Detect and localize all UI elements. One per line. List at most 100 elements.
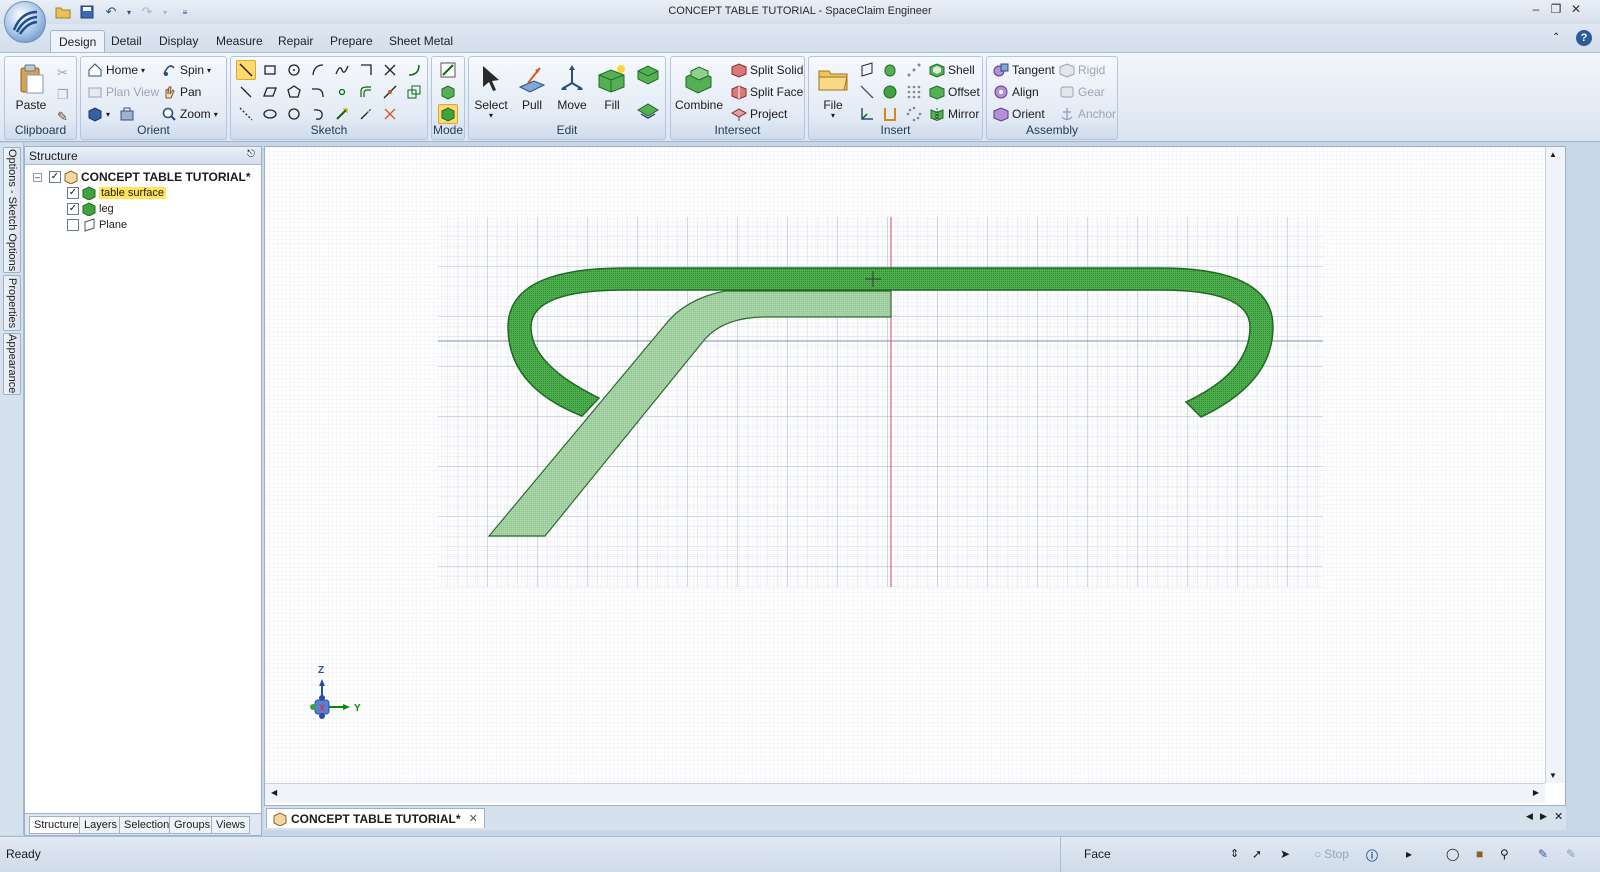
fillet-tool[interactable]: [380, 104, 400, 124]
view-cube-dropdown-icon[interactable]: ▾: [106, 110, 110, 119]
tab-design[interactable]: Design: [50, 30, 106, 52]
pan-button[interactable]: Pan: [161, 82, 201, 102]
vertical-scrollbar[interactable]: ▲ ▼: [1545, 147, 1565, 783]
tangent-button[interactable]: Tangent: [993, 60, 1055, 80]
tab-sheet-metal[interactable]: Sheet Metal: [381, 30, 461, 52]
combine-button[interactable]: Combine: [674, 59, 724, 112]
customize-qat-icon[interactable]: ≡: [176, 3, 194, 21]
tree-item-table-surface[interactable]: ✓ table surface: [67, 185, 251, 201]
stop-button[interactable]: ○ Stop: [1314, 847, 1349, 861]
scroll-left-icon[interactable]: ◀: [271, 788, 277, 797]
sweep-arc-tool[interactable]: [308, 104, 328, 124]
home-button[interactable]: Home ▾: [87, 60, 145, 80]
view-cube-button[interactable]: ▾: [87, 104, 135, 124]
close-document-icon[interactable]: ✕: [469, 812, 478, 825]
scroll-right-icon[interactable]: ▶: [1533, 788, 1539, 797]
grid-pattern-button[interactable]: [904, 82, 924, 102]
origin-insert-button[interactable]: [857, 104, 877, 124]
blend-button[interactable]: [635, 62, 661, 88]
selection-filter-label[interactable]: Face: [1084, 847, 1111, 861]
tab-repair[interactable]: Repair: [270, 30, 321, 52]
collapse-icon[interactable]: –: [33, 172, 42, 182]
tweak-face-button[interactable]: [635, 97, 661, 123]
tab-scroll-left-icon[interactable]: ◀: [1526, 811, 1533, 822]
side-tab-appearance[interactable]: Appearance: [3, 333, 21, 395]
section-mode-button[interactable]: [438, 82, 458, 102]
project-button[interactable]: Project: [731, 104, 787, 124]
tab-groups[interactable]: Groups: [169, 816, 216, 834]
view-projection-icon[interactable]: ▸: [1406, 847, 1412, 861]
extend-tool[interactable]: [356, 104, 376, 124]
3d-mode-button[interactable]: [438, 104, 458, 124]
tab-structure[interactable]: Structure: [29, 816, 84, 834]
design-viewport[interactable]: Z Y X ▲ ▼ ◀ ▶: [264, 146, 1566, 806]
select-dropdown-icon[interactable]: ▾: [469, 112, 513, 120]
close-icon[interactable]: ✕: [1566, 2, 1586, 18]
file-dropdown-icon[interactable]: ▾: [811, 112, 855, 120]
scroll-up-icon[interactable]: ▲: [1549, 150, 1557, 159]
minimize-icon[interactable]: –: [1526, 2, 1546, 18]
polygon-tool[interactable]: [284, 82, 304, 102]
line-tool[interactable]: [236, 60, 256, 80]
rigid-button[interactable]: Rigid: [1059, 60, 1105, 80]
split-solid-button[interactable]: Split Solid: [731, 60, 803, 80]
cylinder-insert-button[interactable]: [880, 60, 900, 80]
mirror-button[interactable]: Mirror: [929, 104, 979, 124]
undo-dropdown-icon[interactable]: ▾: [120, 3, 138, 21]
tab-detail[interactable]: Detail: [103, 30, 150, 52]
plane-insert-button[interactable]: [857, 60, 877, 80]
align-button[interactable]: Align: [993, 82, 1039, 102]
zoom-status-icon[interactable]: ⚲: [1500, 847, 1509, 861]
split-line-tool[interactable]: [380, 82, 400, 102]
three-point-circle-tool[interactable]: [284, 104, 304, 124]
paste-button[interactable]: Paste: [9, 59, 53, 112]
tab-layers[interactable]: Layers: [79, 816, 123, 834]
copy-icon[interactable]: ❐: [57, 87, 69, 103]
zoom-button[interactable]: Zoom ▾: [161, 104, 218, 124]
split-face-button[interactable]: Split Face: [731, 82, 803, 102]
bend-tool[interactable]: [404, 60, 424, 80]
plan-view-button[interactable]: Plan View: [87, 82, 159, 102]
spin-button[interactable]: Spin ▾: [161, 60, 211, 80]
horizontal-scrollbar[interactable]: ◀ ▶: [265, 783, 1545, 803]
smart-select-icon[interactable]: ➚: [1252, 847, 1262, 861]
polyline-tool[interactable]: [236, 82, 256, 102]
circular-pattern-button[interactable]: [904, 104, 924, 124]
parallelogram-tool[interactable]: [260, 82, 280, 102]
minimize-ribbon-icon[interactable]: ⌃: [1552, 32, 1560, 43]
tree-item-leg[interactable]: ✓ leg: [67, 201, 251, 217]
tab-selection[interactable]: Selection: [119, 816, 175, 834]
tab-display[interactable]: Display: [151, 30, 206, 52]
help-icon[interactable]: ?: [1576, 30, 1592, 46]
restore-icon[interactable]: ❐: [1546, 2, 1566, 18]
home-dropdown-icon[interactable]: ▾: [141, 66, 145, 75]
sketch-status-icon[interactable]: ✎: [1538, 847, 1548, 861]
tab-views[interactable]: Views: [211, 816, 251, 834]
offset-button[interactable]: Offset: [929, 82, 980, 102]
axis-insert-button[interactable]: [857, 82, 877, 102]
select-button[interactable]: Select ▾: [469, 59, 513, 120]
fill-button[interactable]: Fill: [590, 59, 634, 112]
arc-tool[interactable]: [308, 60, 328, 80]
design-mode-icon[interactable]: ■: [1476, 847, 1483, 861]
tree-item-plane[interactable]: Plane: [67, 217, 251, 233]
document-tab[interactable]: CONCEPT TABLE TUTORIAL* ✕: [266, 808, 485, 828]
sketch-mode-button[interactable]: [438, 60, 458, 80]
selection-mode-icon[interactable]: ⇕: [1230, 847, 1239, 860]
sphere-insert-button[interactable]: [880, 82, 900, 102]
file-insert-button[interactable]: File ▾: [811, 59, 855, 120]
save-icon[interactable]: [78, 3, 96, 21]
application-menu-button[interactable]: [4, 1, 46, 43]
leg-checkbox[interactable]: ✓: [67, 203, 79, 215]
anchor-button[interactable]: Anchor: [1059, 104, 1116, 124]
move-button[interactable]: Move: [550, 59, 594, 112]
plane-checkbox[interactable]: [67, 219, 79, 231]
undo-icon[interactable]: ↶: [102, 3, 120, 21]
tab-measure[interactable]: Measure: [208, 30, 271, 52]
trim-tool[interactable]: [380, 60, 400, 80]
ellipse-tool[interactable]: [260, 104, 280, 124]
close-all-tabs-icon[interactable]: ✕: [1554, 810, 1563, 823]
pull-button[interactable]: Pull: [510, 59, 554, 112]
point-tool[interactable]: [332, 82, 352, 102]
display-style-icon[interactable]: ◯: [1446, 847, 1459, 861]
